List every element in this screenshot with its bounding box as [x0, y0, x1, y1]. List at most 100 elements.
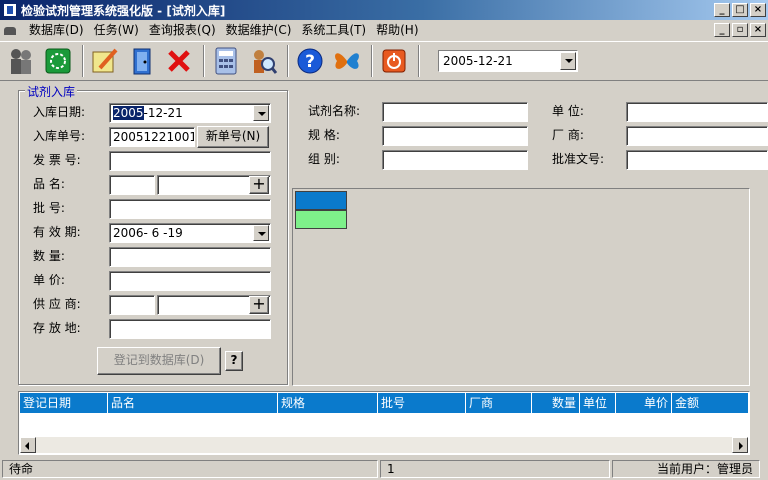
supplier-label: 供 应 商:	[33, 297, 81, 311]
toolbar-separator	[418, 45, 420, 77]
status-message: 待命	[2, 460, 378, 478]
reagent-info-panel: 试剂名称: 单 位: 规 格: 厂 商: 组 别: 批准文号:	[292, 90, 768, 184]
toolbar-date-value: 2005-12-21	[443, 54, 513, 68]
entry-no-label: 入库单号:	[33, 129, 86, 143]
minimize-button[interactable]: _	[714, 3, 730, 17]
batch-no-field[interactable]	[109, 199, 271, 219]
invoice-no-field[interactable]	[109, 151, 271, 171]
col-maker[interactable]: 厂商	[466, 393, 532, 413]
title-bar: 检验试剂管理系统强化版 - [试剂入库] _ □ ×	[0, 0, 768, 20]
status-current-user: 当前用户：管理员	[612, 460, 760, 478]
scroll-right-icon[interactable]	[732, 437, 748, 453]
shutdown-tool-button[interactable]	[377, 43, 411, 79]
search-user-tool-button[interactable]	[246, 43, 280, 79]
chevron-down-icon[interactable]	[253, 105, 269, 121]
entry-list[interactable]: 登记日期 品名 规格 批号 厂商 数量 单位 单价 金额	[18, 391, 750, 455]
delete-tool-button[interactable]	[162, 43, 196, 79]
col-spec[interactable]: 规格	[278, 393, 378, 413]
storage-field[interactable]	[109, 319, 271, 339]
search-user-icon	[254, 50, 278, 74]
grid-cell-selected[interactable]	[295, 191, 347, 210]
horizontal-scrollbar[interactable]	[20, 437, 748, 453]
approval-no-field	[626, 150, 768, 170]
group-field	[382, 150, 528, 170]
quantity-field[interactable]	[109, 247, 271, 267]
stock-grid-panel[interactable]	[292, 188, 750, 386]
menu-data-maintenance[interactable]: 数据维护(C)	[221, 21, 297, 40]
supplier-code-field[interactable]	[109, 295, 155, 315]
register-to-database-button[interactable]: 登记到数据库(D)	[97, 347, 221, 375]
unit-price-label: 单 价:	[33, 273, 65, 287]
maker-label: 厂 商:	[552, 128, 584, 142]
chevron-down-icon[interactable]	[253, 225, 269, 241]
chevron-down-icon[interactable]	[560, 52, 576, 70]
calculator-icon	[215, 47, 237, 75]
reagent-name-field	[382, 102, 528, 122]
product-code-field[interactable]	[109, 175, 155, 195]
entry-date-picker[interactable]: 2005-12-21	[109, 103, 271, 123]
help-icon: ?	[297, 48, 323, 74]
expiry-date-picker[interactable]: 2006- 6 -19	[109, 223, 271, 243]
recycle-icon	[45, 48, 71, 74]
status-bar: 待命 1 当前用户：管理员	[0, 458, 768, 480]
toolbar-date-picker[interactable]: 2005-12-21	[438, 50, 578, 72]
menu-database[interactable]: 数据库(D)	[24, 21, 89, 40]
child-minimize-button[interactable]: _	[714, 23, 730, 37]
new-entry-no-button[interactable]: 新单号(N)	[197, 126, 269, 148]
toolbar-separator	[287, 45, 289, 77]
entry-no-field[interactable]: 20051221001	[109, 127, 195, 147]
calculator-tool-button[interactable]	[209, 43, 243, 79]
scroll-left-icon[interactable]	[20, 437, 36, 453]
entry-date-selected: 2005	[113, 106, 144, 120]
col-quantity[interactable]: 数量	[532, 393, 580, 413]
storage-label: 存 放 地:	[33, 321, 81, 335]
col-unit-price[interactable]: 单价	[616, 393, 672, 413]
child-window-icon[interactable]	[2, 24, 20, 38]
unit-field	[626, 102, 768, 122]
status-count: 1	[380, 460, 610, 478]
edit-tool-button[interactable]	[88, 43, 122, 79]
menu-system-tools[interactable]: 系统工具(T)	[296, 21, 371, 40]
entry-form-group: 试剂入库 入库日期: 2005-12-21 入库单号: 20051221001 …	[18, 83, 288, 385]
menu-task[interactable]: 任务(W)	[89, 21, 144, 40]
col-register-date[interactable]: 登记日期	[20, 393, 108, 413]
col-product-name[interactable]: 品名	[108, 393, 278, 413]
group-label: 组 别:	[308, 152, 340, 166]
add-supplier-button[interactable]: +	[249, 296, 269, 314]
child-restore-button[interactable]: ▫	[732, 23, 748, 37]
recycle-tool-button[interactable]	[41, 43, 75, 79]
pencil-note-icon	[92, 48, 118, 73]
help-button[interactable]: ?	[225, 351, 243, 371]
col-unit[interactable]: 单位	[580, 393, 616, 413]
batch-no-label: 批 号:	[33, 201, 65, 215]
col-batch-no[interactable]: 批号	[378, 393, 466, 413]
users-icon	[11, 49, 31, 74]
app-icon	[3, 3, 17, 17]
spec-label: 规 格:	[308, 128, 340, 142]
toolbar-separator	[371, 45, 373, 77]
menu-help[interactable]: 帮助(H)	[371, 21, 423, 40]
approval-no-label: 批准文号:	[552, 152, 605, 166]
col-amount[interactable]: 金额	[672, 393, 748, 413]
grid-cell-highlight[interactable]	[295, 210, 347, 229]
svg-text:?: ?	[305, 52, 315, 72]
toolbar: ? 2005-12-21	[0, 41, 768, 81]
add-product-button[interactable]: +	[249, 176, 269, 194]
exit-door-tool-button[interactable]	[125, 43, 159, 79]
users-tool-button[interactable]	[4, 43, 38, 79]
expiry-date-value: 2006- 6 -19	[113, 226, 183, 240]
butterfly-icon	[335, 53, 359, 69]
unit-label: 单 位:	[552, 104, 584, 118]
help-tool-button[interactable]: ?	[293, 43, 327, 79]
entry-date-rest: -12-21	[143, 106, 183, 120]
about-tool-button[interactable]	[330, 43, 364, 79]
unit-price-field[interactable]	[109, 271, 271, 291]
quantity-label: 数 量:	[33, 249, 65, 263]
close-button[interactable]: ×	[750, 3, 766, 17]
menu-bar: 数据库(D) 任务(W) 查询报表(Q) 数据维护(C) 系统工具(T) 帮助(…	[0, 20, 768, 41]
child-close-button[interactable]: ×	[750, 23, 766, 37]
invoice-no-label: 发 票 号:	[33, 153, 81, 167]
maximize-button[interactable]: □	[732, 3, 748, 17]
menu-query-report[interactable]: 查询报表(Q)	[144, 21, 221, 40]
product-name-label: 品 名:	[33, 177, 65, 191]
